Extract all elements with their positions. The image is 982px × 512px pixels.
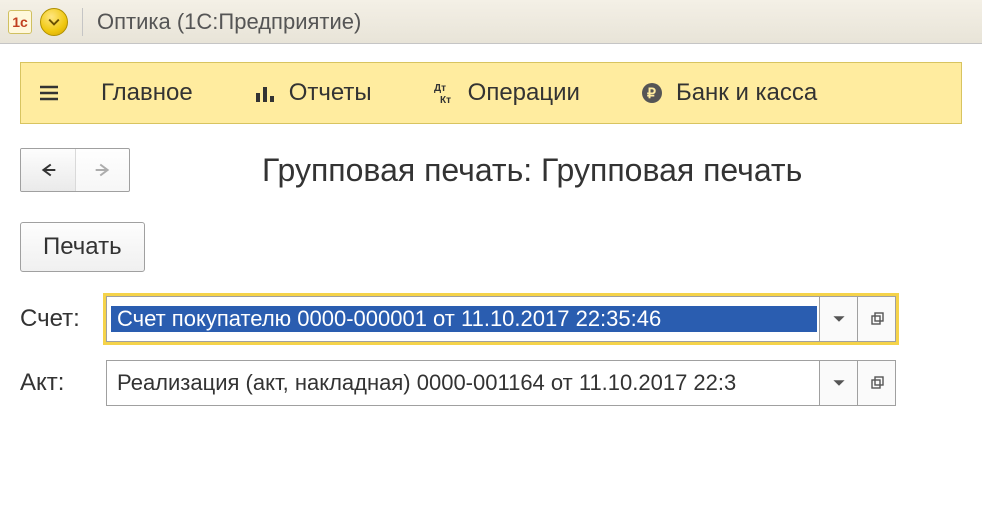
act-dropdown-button[interactable] [819,361,857,405]
arrow-left-icon [37,159,59,181]
chevron-down-icon [48,16,60,28]
field-row-act: Акт: Реализация (акт, накладная) 0000-00… [20,360,962,406]
invoice-open-button[interactable] [857,297,895,341]
nav-reports-label: Отчеты [289,79,372,107]
hamburger-icon [37,81,61,105]
nav-operations-label: Операции [468,79,580,107]
act-open-button[interactable] [857,361,895,405]
act-value: Реализация (акт, накладная) 0000-001164 … [107,370,819,396]
hamburger-menu[interactable] [37,81,61,105]
forward-button [75,149,129,191]
nav-bank-label: Банк и касса [676,79,817,107]
print-button[interactable]: Печать [20,222,145,272]
nav-home[interactable]: Главное [101,79,193,107]
invoice-input[interactable]: Счет покупателю 0000-000001 от 11.10.201… [106,296,896,342]
bar-chart-icon [253,81,277,105]
open-icon [870,312,884,326]
main-toolbar: Главное Отчеты Дт Кт Операции ₽ Банк и к… [20,62,962,124]
app-icon: 1c [8,10,32,34]
nav-home-label: Главное [101,79,193,107]
nav-bank[interactable]: ₽ Банк и касса [640,79,817,107]
nav-operations[interactable]: Дт Кт Операции [432,79,580,107]
titlebar: 1c Оптика (1С:Предприятие) [0,0,982,44]
invoice-value: Счет покупателю 0000-000001 от 11.10.201… [111,306,817,332]
act-label: Акт: [20,369,106,397]
open-icon [870,376,884,390]
window-title: Оптика (1С:Предприятие) [97,9,361,35]
svg-text:Дт: Дт [434,83,446,94]
back-button[interactable] [21,149,75,191]
invoice-label: Счет: [20,305,106,333]
nav-history-buttons [20,148,130,192]
chevron-down-icon [832,312,846,326]
ruble-icon: ₽ [640,81,664,105]
debit-credit-icon: Дт Кт [432,81,456,105]
page-title: Групповая печать: Групповая печать [262,152,802,189]
titlebar-separator [82,8,83,36]
chevron-down-icon [832,376,846,390]
field-row-invoice: Счет: Счет покупателю 0000-000001 от 11.… [20,296,962,342]
invoice-dropdown-button[interactable] [819,297,857,341]
arrow-right-icon [92,159,114,181]
act-input[interactable]: Реализация (акт, накладная) 0000-001164 … [106,360,896,406]
main-menu-dropdown[interactable] [40,8,68,36]
svg-text:₽: ₽ [647,85,656,101]
svg-text:Кт: Кт [440,95,451,105]
nav-reports[interactable]: Отчеты [253,79,372,107]
